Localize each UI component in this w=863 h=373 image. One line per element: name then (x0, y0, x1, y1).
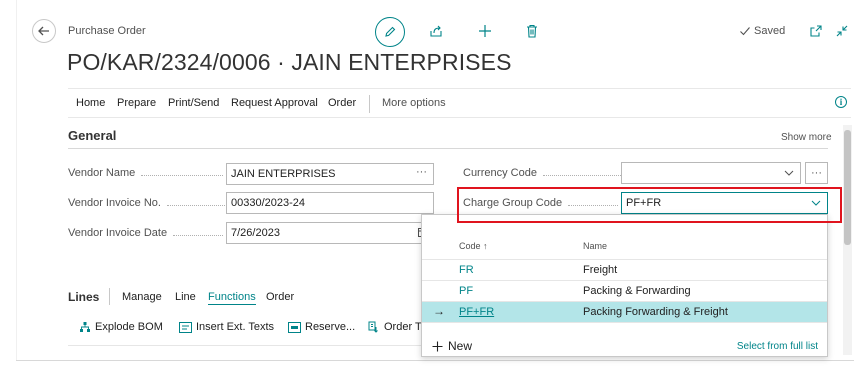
delete-button[interactable] (523, 22, 541, 40)
vendor-invoice-date-label: Vendor Invoice Date (68, 227, 224, 239)
charge-group-highlight-box (457, 187, 842, 223)
order-tracking-button[interactable]: Order Tr (368, 321, 425, 333)
vendor-invoice-no-label: Vendor Invoice No. (68, 197, 227, 209)
vendor-name-label: Vendor Name (68, 167, 224, 179)
lookup-row-code[interactable]: PF+FR (459, 306, 494, 318)
open-new-window-button[interactable] (807, 22, 825, 40)
reserve-button[interactable]: Reserve... (288, 321, 355, 333)
lookup-divider (422, 322, 827, 323)
lookup-row[interactable]: FR Freight (422, 259, 827, 280)
collapse-icon (836, 25, 848, 37)
menu-home[interactable]: Home (76, 97, 105, 109)
currency-lookup-button[interactable]: ··· (805, 162, 828, 184)
lines-tab-manage[interactable]: Manage (122, 291, 162, 303)
open-in-new-window-icon (810, 25, 822, 37)
lines-tab-line[interactable]: Line (175, 291, 196, 303)
pencil-icon (385, 26, 396, 37)
share-icon (430, 25, 442, 37)
lookup-row-code[interactable]: PF (459, 285, 473, 297)
lines-tab-functions[interactable]: Functions (208, 291, 256, 305)
more-options-button[interactable]: More options (382, 97, 446, 109)
plus-icon (479, 25, 491, 37)
lines-divider (109, 288, 110, 305)
charge-group-lookup-dropdown: Code ↑ Name FR Freight PF Packing & Forw… (421, 214, 828, 357)
menu-prepare[interactable]: Prepare (117, 97, 156, 109)
share-button[interactable] (427, 22, 445, 40)
menu-print-send[interactable]: Print/Send (168, 97, 219, 109)
vendor-invoice-date-field[interactable]: 7/26/2023 (226, 222, 434, 244)
lookup-row-name: Packing & Forwarding (583, 285, 691, 297)
ellipsis-icon[interactable]: ··· (416, 166, 427, 178)
lookup-row[interactable]: PF Packing & Forwarding (422, 280, 827, 301)
back-button[interactable] (32, 19, 56, 43)
action-bar: Home Prepare Print/Send Request Approval… (68, 88, 851, 118)
page-left-border (16, 0, 17, 360)
text-block-icon (179, 321, 192, 333)
currency-code-field[interactable] (621, 162, 801, 184)
lookup-row-code[interactable]: FR (459, 264, 474, 276)
lookup-column-code[interactable]: Code ↑ (459, 241, 488, 251)
vendor-name-field[interactable]: JAIN ENTERPRISES ··· (226, 163, 434, 185)
chevron-down-icon[interactable] (784, 168, 794, 180)
menu-divider (369, 95, 370, 113)
saved-status: Saved (739, 25, 785, 37)
currency-code-label: Currency Code (463, 167, 621, 179)
menu-request-approval[interactable]: Request Approval (231, 97, 318, 109)
general-section-title[interactable]: General (68, 128, 116, 143)
lookup-new-button[interactable]: New (432, 339, 472, 353)
reserve-icon (288, 321, 301, 333)
vendor-invoice-no-field[interactable]: 00330/2023-24 (226, 192, 434, 214)
hierarchy-icon (80, 322, 90, 332)
order-tracking-icon (368, 321, 378, 333)
plus-icon (432, 341, 443, 351)
collapse-button[interactable] (833, 22, 851, 40)
arrow-left-icon (38, 26, 49, 36)
lookup-row-selected[interactable]: → PF+FR Packing Forwarding & Freight (422, 301, 827, 322)
checkmark-icon (740, 27, 750, 36)
lookup-row-name: Packing Forwarding & Freight (583, 306, 728, 318)
page-type-caption: Purchase Order (68, 25, 146, 37)
explode-bom-button[interactable]: Explode BOM (79, 321, 163, 333)
insert-ext-texts-button[interactable]: Insert Ext. Texts (179, 321, 274, 333)
trash-icon (527, 24, 537, 38)
ellipsis-icon: ··· (811, 167, 822, 179)
lookup-column-name[interactable]: Name (583, 241, 607, 251)
lookup-row-name: Freight (583, 264, 618, 276)
page-bottom-border (16, 360, 854, 361)
lines-grid-top-border (68, 345, 421, 346)
info-icon[interactable]: i (835, 96, 847, 108)
edit-button[interactable] (375, 17, 405, 47)
menu-order[interactable]: Order (328, 97, 356, 109)
lines-section-title[interactable]: Lines (68, 290, 99, 304)
select-from-full-list-link[interactable]: Select from full list (737, 341, 818, 352)
arrow-right-icon: → (433, 304, 445, 318)
scrollbar-thumb[interactable] (844, 130, 851, 245)
section-divider (68, 148, 828, 149)
lines-tab-order[interactable]: Order (266, 291, 294, 303)
saved-label: Saved (754, 25, 786, 37)
page-title: PO/KAR/2324/0006 · JAIN ENTERPRISES (67, 49, 512, 75)
new-button[interactable] (476, 22, 494, 40)
show-more-link[interactable]: Show more (781, 132, 832, 143)
